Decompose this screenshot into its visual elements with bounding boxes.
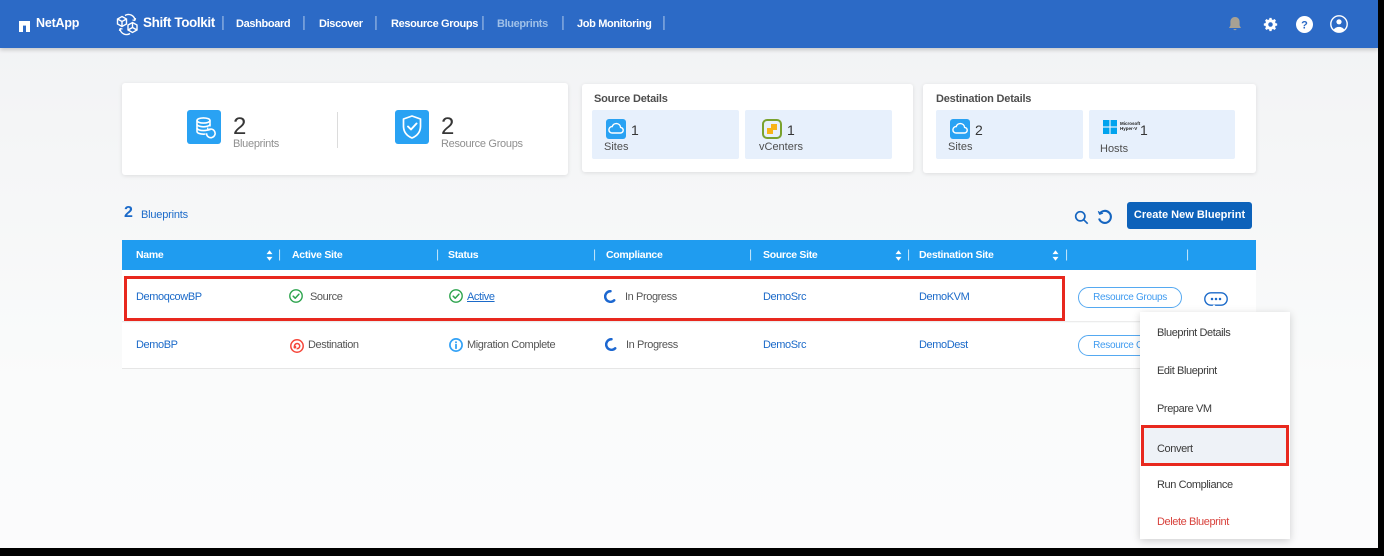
svg-text:?: ? bbox=[1301, 20, 1308, 32]
